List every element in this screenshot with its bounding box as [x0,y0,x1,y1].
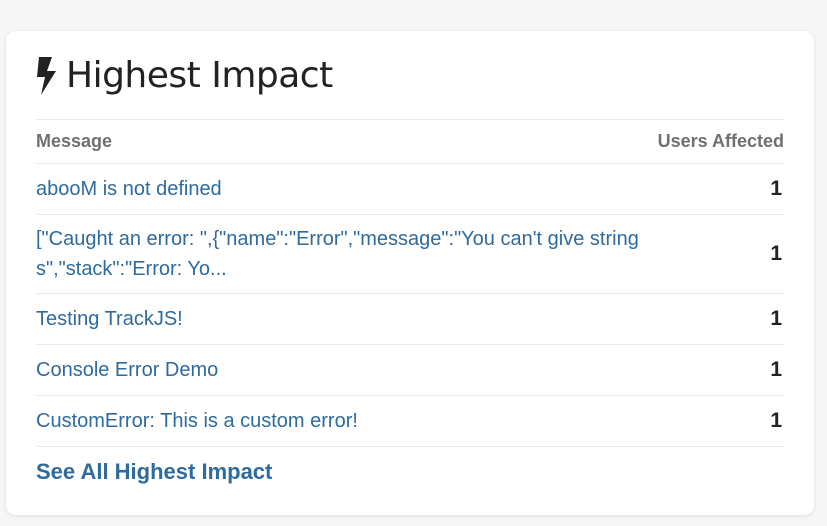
users-affected-count: 1 [770,242,782,265]
lightning-bolt-icon [37,57,56,95]
card-content: Highest Impact Message Users Affected ab… [36,31,784,485]
highest-impact-card: Highest Impact Message Users Affected ab… [6,31,814,515]
users-affected-count: 1 [770,358,782,381]
table-row: ["Caught an error: ",{"name":"Error","me… [36,215,784,294]
error-message-link[interactable]: CustomError: This is a custom error! [36,406,358,436]
users-affected-count: 1 [770,177,782,200]
table-row: Testing TrackJS! 1 [36,294,784,345]
table-row: Console Error Demo 1 [36,345,784,396]
card-footer: See All Highest Impact [36,447,784,485]
column-header-message: Message [36,131,113,151]
impact-table: Message Users Affected abooM is not defi… [36,119,784,447]
error-message-link[interactable]: ["Caught an error: ",{"name":"Error","me… [36,224,661,284]
error-message-link[interactable]: abooM is not defined [36,174,222,204]
card-header: Highest Impact [36,31,784,119]
see-all-highest-impact-link[interactable]: See All Highest Impact [36,459,272,484]
users-affected-count: 1 [770,307,782,330]
table-row: CustomError: This is a custom error! 1 [36,396,784,447]
table-row: abooM is not defined 1 [36,164,784,215]
users-affected-count: 1 [770,409,782,432]
column-header-users-affected: Users Affected [657,131,784,151]
error-message-link[interactable]: Testing TrackJS! [36,304,183,334]
card-title: Highest Impact [66,54,333,96]
error-message-link[interactable]: Console Error Demo [36,355,218,385]
table-header: Message Users Affected [36,120,784,164]
